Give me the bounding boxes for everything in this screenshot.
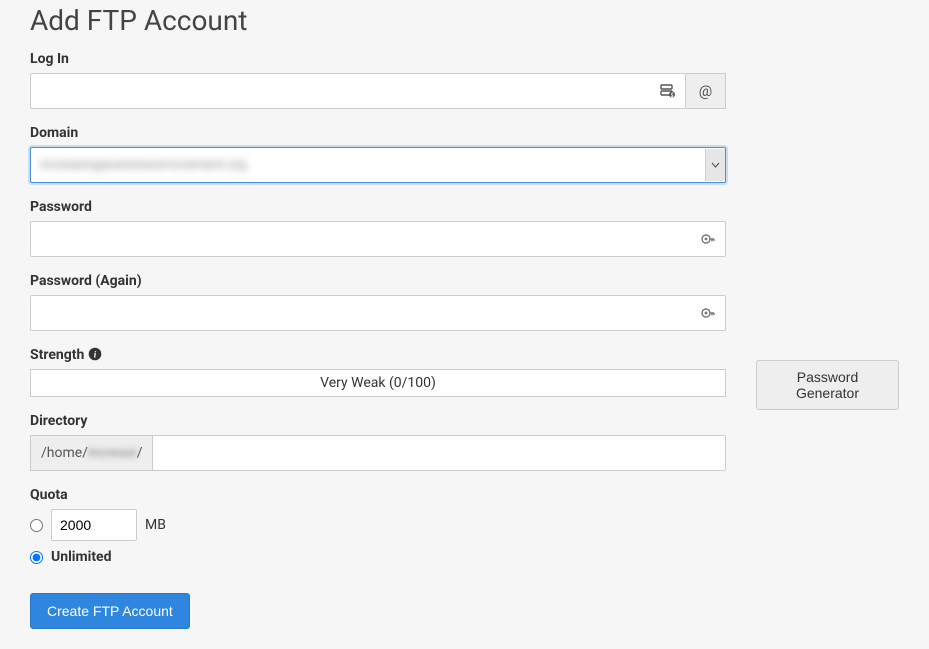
- page-title: Add FTP Account: [30, 4, 726, 37]
- key-icon: [701, 232, 716, 247]
- key-icon: [701, 306, 716, 321]
- password-input[interactable]: [30, 221, 726, 257]
- password-generator-button[interactable]: Password Generator: [756, 360, 899, 410]
- directory-input[interactable]: [152, 435, 726, 471]
- server-icon: $: [660, 84, 676, 98]
- password-label: Password: [30, 199, 726, 215]
- directory-group: Directory /home/increasi/: [30, 413, 726, 471]
- quota-unlimited-radio[interactable]: [30, 551, 43, 564]
- password-again-label: Password (Again): [30, 273, 726, 289]
- domain-group: Domain increasingawarenessmovement.org: [30, 125, 726, 183]
- quota-group: Quota MB Unlimited: [30, 487, 726, 565]
- quota-label: Quota: [30, 487, 726, 503]
- create-ftp-account-button[interactable]: Create FTP Account: [30, 593, 190, 629]
- login-group: Log In $ @: [30, 51, 726, 109]
- domain-select[interactable]: increasingawarenessmovement.org: [30, 147, 726, 183]
- directory-label: Directory: [30, 413, 726, 429]
- password-again-input[interactable]: [30, 295, 726, 331]
- at-addon: @: [686, 73, 726, 109]
- strength-meter: Very Weak (0/100): [30, 369, 726, 397]
- svg-text:$: $: [671, 92, 674, 98]
- quota-unit: MB: [145, 517, 166, 533]
- quota-value-input[interactable]: [51, 509, 137, 541]
- login-input[interactable]: [30, 73, 686, 109]
- strength-group: Strength i Very Weak (0/100): [30, 347, 726, 397]
- quota-limited-radio[interactable]: [30, 519, 43, 532]
- password-again-group: Password (Again): [30, 273, 726, 331]
- info-icon[interactable]: i: [88, 347, 102, 361]
- chevron-down-icon: [705, 149, 725, 181]
- domain-label: Domain: [30, 125, 726, 141]
- directory-prefix: /home/increasi/: [30, 435, 152, 471]
- domain-selected-value: increasingawarenessmovement.org: [40, 158, 246, 173]
- strength-label: Strength: [30, 347, 84, 363]
- quota-unlimited-label: Unlimited: [51, 549, 112, 565]
- password-group: Password: [30, 199, 726, 257]
- login-label: Log In: [30, 51, 726, 67]
